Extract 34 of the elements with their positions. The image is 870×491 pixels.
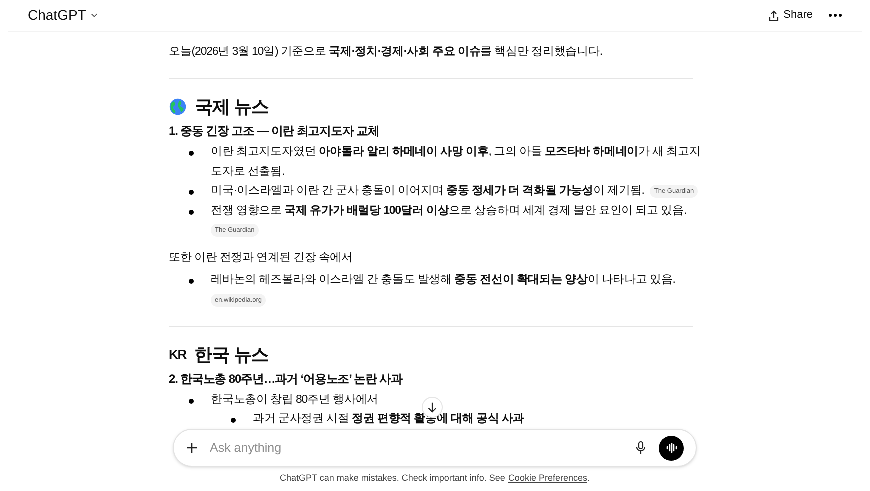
- news-title: 2. 한국노총 80주년…과거 ‘어용노조’ 논란 사과: [169, 370, 402, 388]
- more-options-icon[interactable]: [829, 14, 842, 17]
- list-item-text: 레바논의 헤즈볼라와 이스라엘 간 충돌도 발생해 중동 전선이 확대되는 양상이 나타나고 있음.: [211, 273, 676, 288]
- microphone-icon[interactable]: [635, 441, 647, 455]
- heading-prefix: KR: [169, 346, 187, 364]
- bullet-icon: [189, 279, 194, 284]
- bullet-icon: [189, 398, 194, 404]
- list-item-text: 전쟁 영향으로 국제 유가가 배럴당 100달러 이상으로 상승하며 세계 경제 불안 요인이 되고 있음.: [211, 204, 687, 218]
- plus-icon[interactable]: [186, 442, 198, 454]
- bullet-icon: [189, 190, 194, 195]
- list-item-text: 이란 최고지도자였던 아야톨라 알리 하메네이 사망 이후, 그의 아들 모즈타바 하메네이가 새 최고지도자로 선출됨.: [211, 145, 702, 180]
- waveform-icon: [666, 443, 678, 453]
- paragraph: 또한 이란 전쟁과 연계된 긴장 속에서: [169, 251, 354, 266]
- share-icon: [768, 10, 780, 22]
- bullet-icon: [189, 210, 194, 214]
- paragraph: 오늘(2026년 3월 10일) 기준으로 국제·정치·경제·사회 주요 이슈를 핵심만 정리했습니다.: [169, 45, 604, 60]
- section-heading: 국제 뉴스: [195, 96, 270, 119]
- section-heading: 한국 뉴스: [194, 344, 269, 366]
- list-item-text: 한국노총이 창립 80주년 행사에서: [211, 392, 379, 408]
- news-title: 1. 중동 긴장 고조 — 이란 최고지도자 교체: [169, 123, 380, 140]
- bullet-icon: [189, 151, 194, 156]
- message-input[interactable]: Ask anything: [210, 438, 623, 458]
- model-selector[interactable]: ChatGPT: [28, 5, 100, 26]
- disclaimer-end: .: [587, 472, 590, 486]
- bullet-icon: [231, 418, 236, 423]
- chevron-down-icon: [90, 11, 100, 20]
- cookie-preferences-link[interactable]: Cookie Preferences: [508, 472, 588, 486]
- disclaimer-text: ChatGPT can make mistakes. Check important info. See: [280, 472, 506, 486]
- list-item-text: 미국·이스라엘과 이란 간 군사 충돌이 이어지며 중동 정세가 더 격화될 가능성이 제기됨.: [211, 184, 644, 199]
- arrow-down-icon: [427, 402, 438, 413]
- share-button[interactable]: Share: [768, 7, 813, 24]
- message-composer[interactable]: Ask anything: [173, 429, 697, 467]
- globe-icon: [169, 98, 187, 116]
- voice-mode-button[interactable]: [659, 436, 684, 460]
